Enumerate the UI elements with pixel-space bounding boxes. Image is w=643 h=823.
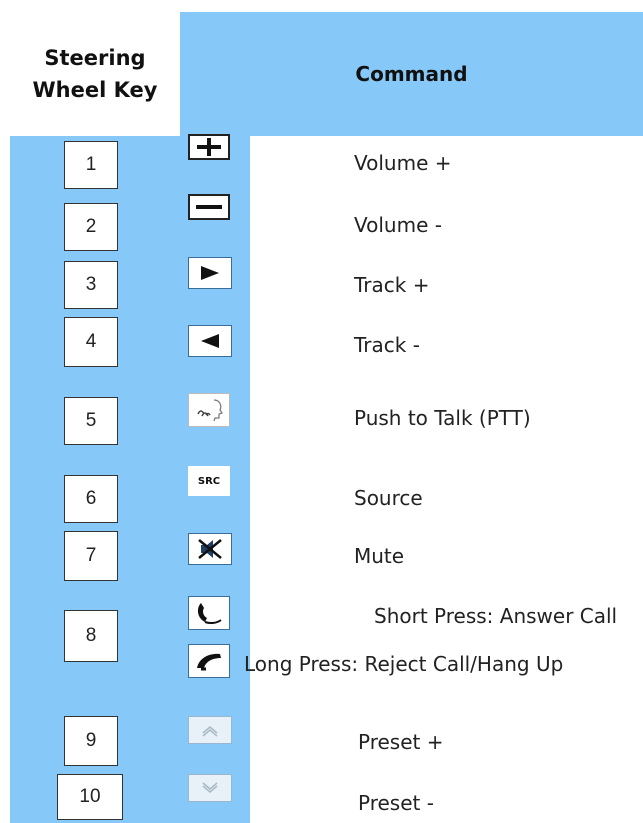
key-number: 2 bbox=[64, 203, 118, 251]
command-text: Volume + bbox=[354, 151, 452, 175]
phone-answer-icon bbox=[188, 596, 230, 630]
mute-icon bbox=[188, 533, 232, 565]
command-text: Volume - bbox=[354, 213, 442, 237]
steering-wheel-key-table: Steering Wheel Key Command 1 Volume + 2 V… bbox=[0, 0, 643, 823]
command-text: Source bbox=[354, 486, 423, 510]
command-text: Track + bbox=[354, 273, 430, 297]
command-text: Track - bbox=[354, 333, 420, 357]
key-number: 8 bbox=[64, 610, 118, 662]
command-text: Short Press: Answer Call bbox=[374, 604, 618, 628]
key-number: 3 bbox=[64, 261, 118, 309]
command-text-secondary: Long Press: Reject Call/Hang Up bbox=[244, 652, 564, 676]
chevron-down-icon bbox=[188, 774, 232, 802]
command-text: Mute bbox=[354, 544, 405, 568]
key-number: 7 bbox=[64, 531, 118, 581]
key-number: 4 bbox=[64, 317, 118, 367]
key-number: 6 bbox=[64, 475, 118, 523]
key-number: 10 bbox=[57, 774, 123, 820]
plus-icon bbox=[188, 134, 230, 160]
command-text: Preset + bbox=[358, 730, 444, 754]
minus-icon bbox=[188, 194, 230, 220]
header-steering-wheel-key: Steering Wheel Key bbox=[10, 12, 180, 136]
header-command-label: Command bbox=[355, 62, 468, 86]
key-number: 1 bbox=[64, 141, 118, 189]
phone-hangup-icon bbox=[188, 644, 230, 678]
play-left-icon bbox=[188, 325, 232, 357]
src-icon: SRC bbox=[188, 466, 230, 496]
key-number: 5 bbox=[64, 397, 118, 445]
command-text: Push to Talk (PTT) bbox=[354, 406, 531, 430]
push-to-talk-icon bbox=[188, 393, 230, 427]
play-right-icon bbox=[188, 257, 232, 289]
header-key-line1: Steering bbox=[44, 46, 146, 70]
key-number: 9 bbox=[64, 716, 118, 766]
header-command: Command bbox=[180, 12, 643, 136]
header-key-line2: Wheel Key bbox=[32, 78, 158, 102]
chevron-up-icon bbox=[188, 716, 232, 744]
command-text: Preset - bbox=[358, 791, 434, 815]
